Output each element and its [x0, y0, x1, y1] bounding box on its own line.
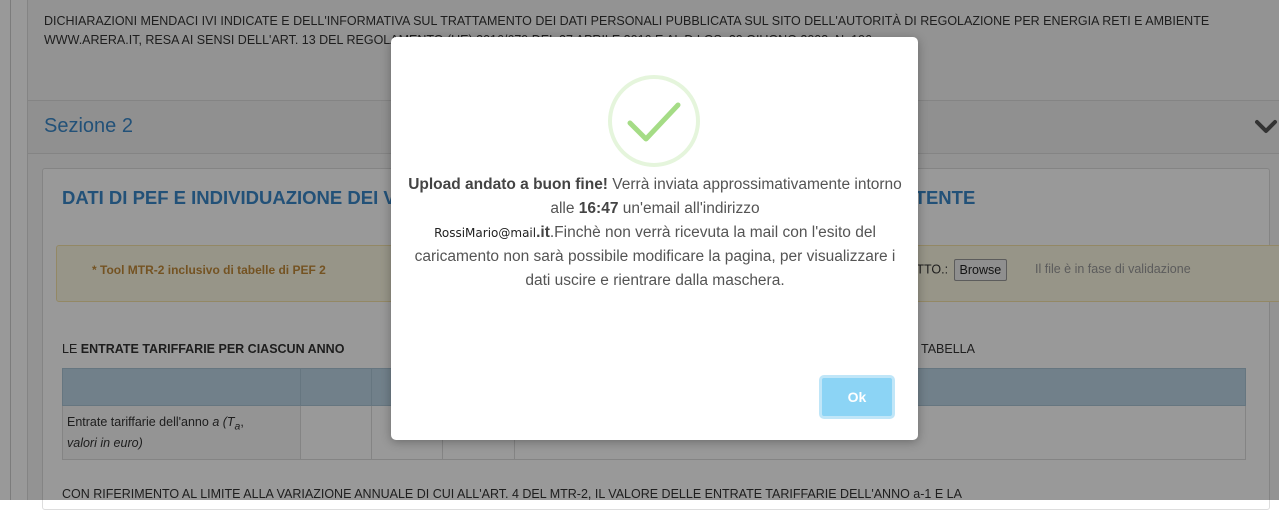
email-domain: .it — [536, 224, 550, 241]
estimated-time: 16:47 — [578, 200, 619, 217]
success-check-icon — [608, 75, 700, 167]
success-title: Upload andato a buon fine! — [408, 176, 608, 193]
success-message: Upload andato a buon fine! Verrà inviata… — [405, 173, 905, 293]
message-part: un'email all'indirizzo — [618, 200, 760, 217]
email-address: RossiMario@mail — [434, 226, 537, 240]
ok-button[interactable]: Ok — [819, 375, 895, 419]
upload-success-dialog: Upload andato a buon fine! Verrà inviata… — [391, 37, 918, 440]
